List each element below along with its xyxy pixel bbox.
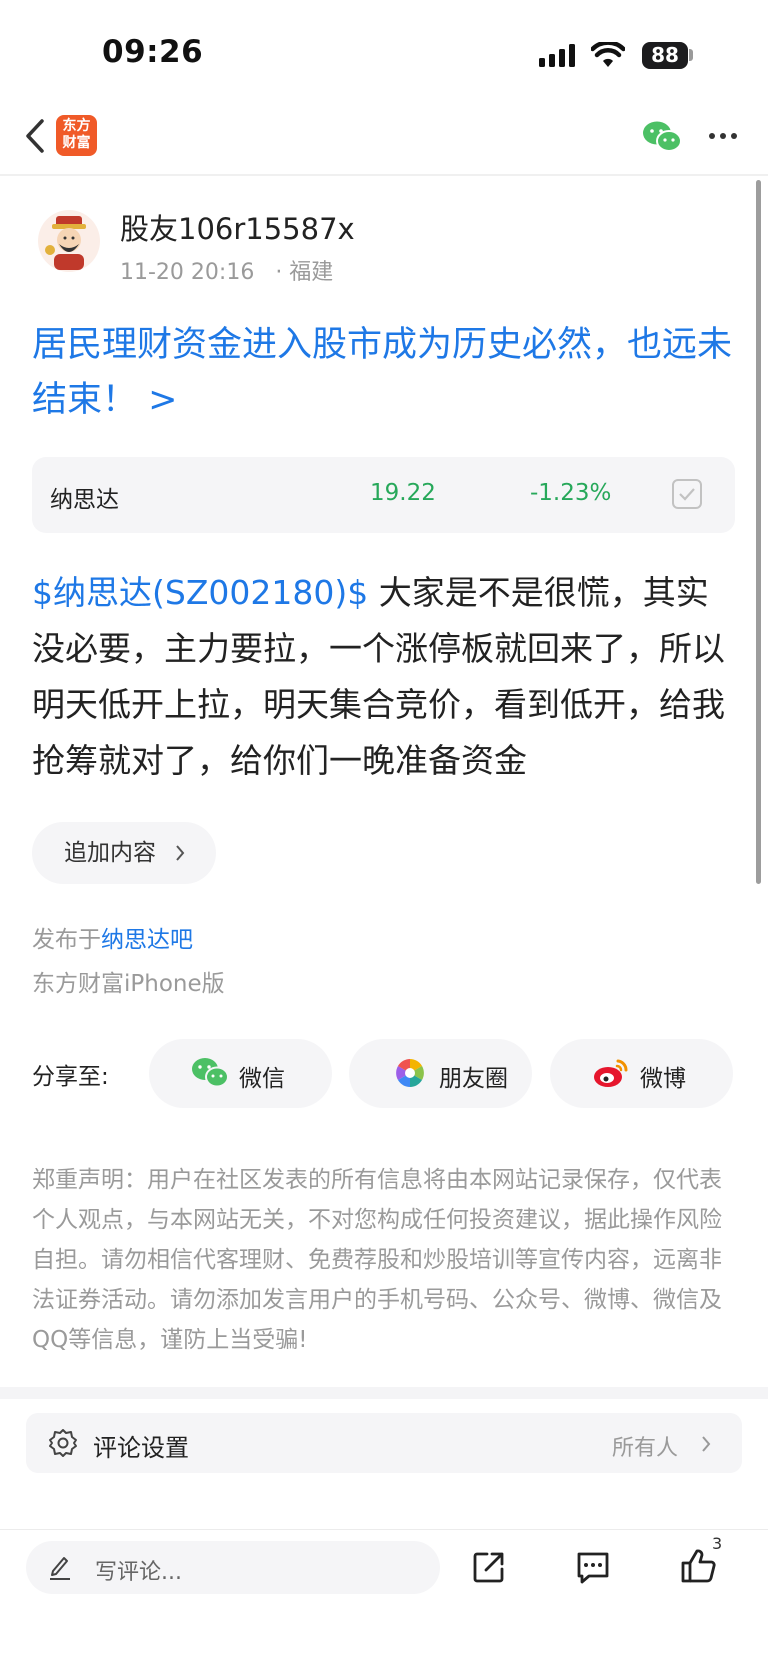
share-weibo-label: 微博 (640, 1066, 686, 1092)
add-watchlist-checkbox[interactable] (672, 479, 702, 509)
author-avatar[interactable] (38, 210, 100, 272)
comment-icon[interactable] (575, 1550, 611, 1586)
check-icon (679, 488, 695, 501)
wechat-icon (192, 1058, 229, 1088)
chevron-right-icon (702, 1436, 711, 1452)
more-options-icon[interactable] (708, 132, 738, 140)
app-logo: 东方 财富 (56, 115, 97, 156)
comment-settings-label: 评论设置 (93, 1434, 189, 1462)
weibo-icon (594, 1059, 628, 1087)
section-divider (0, 1387, 768, 1399)
bottom-bar-divider (0, 1529, 768, 1530)
battery-nub (689, 49, 693, 61)
forum-link[interactable]: 纳思达吧 (101, 927, 193, 953)
comment-input-placeholder: 写评论... (95, 1560, 182, 1585)
comment-settings-value: 所有人 (612, 1436, 679, 1461)
published-in: 发布于纳思达吧 (32, 927, 193, 953)
client-info: 东方财富iPhone版 (32, 971, 225, 997)
scrollbar[interactable] (756, 180, 761, 884)
share-weibo-button[interactable]: 微博 (550, 1039, 733, 1108)
stock-tag-link[interactable]: $纳思达(SZ002180)$ (32, 573, 368, 612)
status-time: 09:26 (102, 34, 204, 70)
stock-change: -1.23% (530, 480, 612, 506)
nav-divider (0, 174, 768, 176)
chevron-right-icon (176, 845, 185, 861)
post-time: 11-20 20:16 (120, 260, 255, 285)
post-location: · 福建 (275, 260, 334, 285)
stock-price: 19.22 (370, 480, 436, 506)
share-label: 分享至: (32, 1064, 109, 1090)
share-wechat-button[interactable]: 微信 (149, 1039, 332, 1108)
post-title-link[interactable]: 居民理财资金进入股市成为历史必然，也远未结束！ > (32, 318, 738, 428)
pencil-icon (50, 1557, 70, 1580)
moments-icon (396, 1059, 424, 1087)
append-content-label: 追加内容 (64, 840, 156, 866)
share-moments-button[interactable]: 朋友圈 (349, 1039, 532, 1108)
cellular-signal-icon (539, 44, 575, 67)
post-meta: 11-20 20:16 · 福建 (120, 254, 333, 286)
battery-indicator: 88 (642, 42, 688, 69)
wifi-icon (591, 42, 625, 67)
author-name[interactable]: 股友106r15587x (120, 206, 355, 248)
wechat-share-icon[interactable] (642, 120, 682, 154)
post-body: $纳思达(SZ002180)$ 大家是不是很慌，其实没必要，主力要拉，一个涨停板… (32, 565, 738, 789)
share-export-icon[interactable] (472, 1550, 506, 1584)
like-count: 3 (712, 1534, 723, 1553)
share-moments-label: 朋友圈 (439, 1066, 508, 1092)
back-arrow-icon[interactable] (24, 118, 46, 154)
append-content-button[interactable]: 追加内容 (32, 822, 216, 884)
disclaimer-text: 郑重声明：用户在社区发表的所有信息将由本网站记录保存，仅代表个人观点，与本网站无… (32, 1167, 722, 1353)
share-wechat-label: 微信 (239, 1066, 285, 1092)
stock-name: 纳思达 (50, 487, 119, 513)
comment-input[interactable] (26, 1541, 440, 1594)
god-of-wealth-avatar-icon (45, 216, 86, 270)
gear-icon (49, 1429, 77, 1457)
